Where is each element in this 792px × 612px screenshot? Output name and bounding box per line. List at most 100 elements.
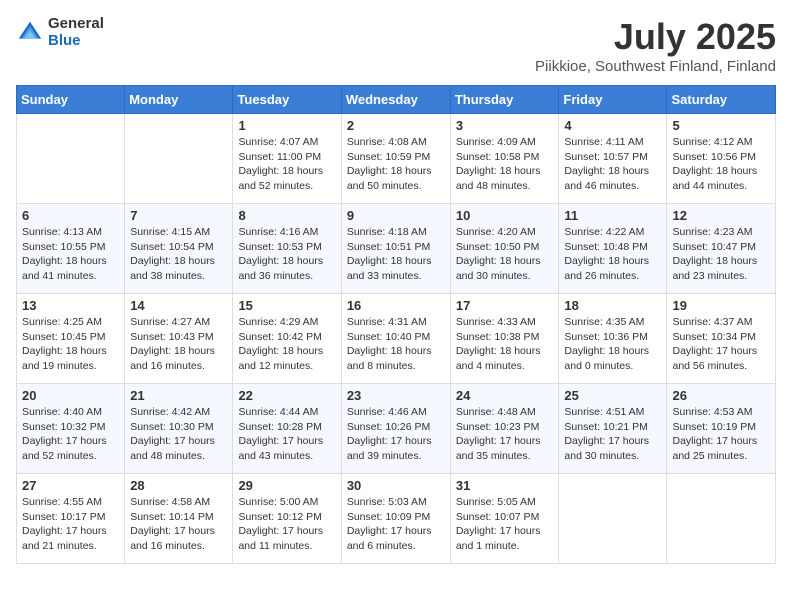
calendar: SundayMondayTuesdayWednesdayThursdayFrid… xyxy=(16,85,776,564)
day-info: Sunrise: 4:25 AM Sunset: 10:45 PM Daylig… xyxy=(22,315,119,374)
day-number: 8 xyxy=(238,208,335,223)
day-number: 9 xyxy=(347,208,445,223)
calendar-cell: 30 Sunrise: 5:03 AM Sunset: 10:09 PM Dayl… xyxy=(341,474,450,564)
day-info: Sunrise: 4:58 AM Sunset: 10:14 PM Daylig… xyxy=(130,495,227,554)
calendar-cell: 3 Sunrise: 4:09 AM Sunset: 10:58 PM Dayli… xyxy=(450,114,559,204)
day-info: Sunrise: 4:42 AM Sunset: 10:30 PM Daylig… xyxy=(130,405,227,464)
calendar-cell: 22 Sunrise: 4:44 AM Sunset: 10:28 PM Dayl… xyxy=(233,384,341,474)
calendar-cell xyxy=(559,474,667,564)
calendar-cell: 26Sunrise: 4:53 AM Sunset: 10:19 PM Dayl… xyxy=(667,384,776,474)
calendar-cell: 19 Sunrise: 4:37 AM Sunset: 10:34 PM Dayl… xyxy=(667,294,776,384)
calendar-cell: 10 Sunrise: 4:20 AM Sunset: 10:50 PM Dayl… xyxy=(450,204,559,294)
day-number: 19 xyxy=(672,298,770,313)
day-number: 31 xyxy=(456,478,554,493)
day-number: 25 xyxy=(564,388,661,403)
day-number: 7 xyxy=(130,208,227,223)
calendar-cell: 8 Sunrise: 4:16 AM Sunset: 10:53 PM Dayli… xyxy=(233,204,341,294)
day-info: Sunrise: 4:40 AM Sunset: 10:32 PM Daylig… xyxy=(22,405,119,464)
day-number: 13 xyxy=(22,298,119,313)
day-info: Sunrise: 4:44 AM Sunset: 10:28 PM Daylig… xyxy=(238,405,335,464)
calendar-cell xyxy=(125,114,233,204)
calendar-cell: 16 Sunrise: 4:31 AM Sunset: 10:40 PM Dayl… xyxy=(341,294,450,384)
calendar-cell: 23 Sunrise: 4:46 AM Sunset: 10:26 PM Dayl… xyxy=(341,384,450,474)
calendar-week-row: 6 Sunrise: 4:13 AM Sunset: 10:55 PM Dayli… xyxy=(17,204,776,294)
day-info: Sunrise: 4:46 AM Sunset: 10:26 PM Daylig… xyxy=(347,405,445,464)
day-info: Sunrise: 5:00 AM Sunset: 10:12 PM Daylig… xyxy=(238,495,335,554)
calendar-header-friday: Friday xyxy=(559,86,667,114)
calendar-cell: 9 Sunrise: 4:18 AM Sunset: 10:51 PM Dayli… xyxy=(341,204,450,294)
calendar-cell: 15 Sunrise: 4:29 AM Sunset: 10:42 PM Dayl… xyxy=(233,294,341,384)
day-info: Sunrise: 4:31 AM Sunset: 10:40 PM Daylig… xyxy=(347,315,445,374)
day-number: 10 xyxy=(456,208,554,223)
day-number: 16 xyxy=(347,298,445,313)
day-info: Sunrise: 4:55 AM Sunset: 10:17 PM Daylig… xyxy=(22,495,119,554)
calendar-cell: 5 Sunrise: 4:12 AM Sunset: 10:56 PM Dayli… xyxy=(667,114,776,204)
calendar-header-tuesday: Tuesday xyxy=(233,86,341,114)
calendar-header-thursday: Thursday xyxy=(450,86,559,114)
header: General Blue July 2025 Piikkioe, Southwe… xyxy=(16,16,776,75)
calendar-cell xyxy=(667,474,776,564)
calendar-cell: 28Sunrise: 4:58 AM Sunset: 10:14 PM Dayl… xyxy=(125,474,233,564)
logo: General Blue xyxy=(16,16,104,49)
calendar-cell: 13 Sunrise: 4:25 AM Sunset: 10:45 PM Dayl… xyxy=(17,294,125,384)
month-title: July 2025 xyxy=(535,16,776,58)
day-number: 23 xyxy=(347,388,445,403)
day-info: Sunrise: 4:20 AM Sunset: 10:50 PM Daylig… xyxy=(456,225,554,284)
day-number: 29 xyxy=(238,478,335,493)
day-number: 14 xyxy=(130,298,227,313)
day-info: Sunrise: 4:23 AM Sunset: 10:47 PM Daylig… xyxy=(672,225,770,284)
day-number: 11 xyxy=(564,208,661,223)
calendar-cell: 7 Sunrise: 4:15 AM Sunset: 10:54 PM Dayli… xyxy=(125,204,233,294)
calendar-week-row: 13 Sunrise: 4:25 AM Sunset: 10:45 PM Dayl… xyxy=(17,294,776,384)
day-number: 18 xyxy=(564,298,661,313)
calendar-cell: 29 Sunrise: 5:00 AM Sunset: 10:12 PM Dayl… xyxy=(233,474,341,564)
location-title: Piikkioe, Southwest Finland, Finland xyxy=(535,58,776,75)
title-area: July 2025 Piikkioe, Southwest Finland, F… xyxy=(535,16,776,75)
day-info: Sunrise: 4:12 AM Sunset: 10:56 PM Daylig… xyxy=(672,135,770,194)
day-info: Sunrise: 4:16 AM Sunset: 10:53 PM Daylig… xyxy=(238,225,335,284)
day-number: 26 xyxy=(672,388,770,403)
day-info: Sunrise: 4:33 AM Sunset: 10:38 PM Daylig… xyxy=(456,315,554,374)
day-number: 2 xyxy=(347,118,445,133)
calendar-header-monday: Monday xyxy=(125,86,233,114)
day-info: Sunrise: 4:35 AM Sunset: 10:36 PM Daylig… xyxy=(564,315,661,374)
day-info: Sunrise: 4:18 AM Sunset: 10:51 PM Daylig… xyxy=(347,225,445,284)
day-number: 12 xyxy=(672,208,770,223)
day-number: 22 xyxy=(238,388,335,403)
day-number: 15 xyxy=(238,298,335,313)
calendar-cell: 20Sunrise: 4:40 AM Sunset: 10:32 PM Dayl… xyxy=(17,384,125,474)
day-info: Sunrise: 4:37 AM Sunset: 10:34 PM Daylig… xyxy=(672,315,770,374)
day-info: Sunrise: 4:09 AM Sunset: 10:58 PM Daylig… xyxy=(456,135,554,194)
day-number: 4 xyxy=(564,118,661,133)
day-info: Sunrise: 5:03 AM Sunset: 10:09 PM Daylig… xyxy=(347,495,445,554)
day-info: Sunrise: 4:15 AM Sunset: 10:54 PM Daylig… xyxy=(130,225,227,284)
day-info: Sunrise: 4:29 AM Sunset: 10:42 PM Daylig… xyxy=(238,315,335,374)
calendar-cell: 25 Sunrise: 4:51 AM Sunset: 10:21 PM Dayl… xyxy=(559,384,667,474)
calendar-week-row: 1 Sunrise: 4:07 AM Sunset: 11:00 PM Dayli… xyxy=(17,114,776,204)
day-number: 1 xyxy=(238,118,335,133)
day-number: 5 xyxy=(672,118,770,133)
calendar-week-row: 20Sunrise: 4:40 AM Sunset: 10:32 PM Dayl… xyxy=(17,384,776,474)
calendar-header-wednesday: Wednesday xyxy=(341,86,450,114)
logo-general-text: General xyxy=(48,16,104,33)
day-number: 27 xyxy=(22,478,119,493)
day-number: 24 xyxy=(456,388,554,403)
day-info: Sunrise: 5:05 AM Sunset: 10:07 PM Daylig… xyxy=(456,495,554,554)
calendar-cell: 6 Sunrise: 4:13 AM Sunset: 10:55 PM Dayli… xyxy=(17,204,125,294)
day-number: 30 xyxy=(347,478,445,493)
calendar-cell: 1 Sunrise: 4:07 AM Sunset: 11:00 PM Dayli… xyxy=(233,114,341,204)
calendar-cell: 17Sunrise: 4:33 AM Sunset: 10:38 PM Dayl… xyxy=(450,294,559,384)
day-number: 3 xyxy=(456,118,554,133)
day-info: Sunrise: 4:07 AM Sunset: 11:00 PM Daylig… xyxy=(238,135,335,194)
calendar-cell: 12 Sunrise: 4:23 AM Sunset: 10:47 PM Dayl… xyxy=(667,204,776,294)
calendar-header-row: SundayMondayTuesdayWednesdayThursdayFrid… xyxy=(17,86,776,114)
calendar-cell: 11Sunrise: 4:22 AM Sunset: 10:48 PM Dayl… xyxy=(559,204,667,294)
logo-text: General Blue xyxy=(48,16,104,49)
logo-blue-text: Blue xyxy=(48,33,104,50)
calendar-cell: 27 Sunrise: 4:55 AM Sunset: 10:17 PM Dayl… xyxy=(17,474,125,564)
day-info: Sunrise: 4:51 AM Sunset: 10:21 PM Daylig… xyxy=(564,405,661,464)
day-info: Sunrise: 4:13 AM Sunset: 10:55 PM Daylig… xyxy=(22,225,119,284)
day-info: Sunrise: 4:11 AM Sunset: 10:57 PM Daylig… xyxy=(564,135,661,194)
day-number: 6 xyxy=(22,208,119,223)
calendar-week-row: 27 Sunrise: 4:55 AM Sunset: 10:17 PM Dayl… xyxy=(17,474,776,564)
